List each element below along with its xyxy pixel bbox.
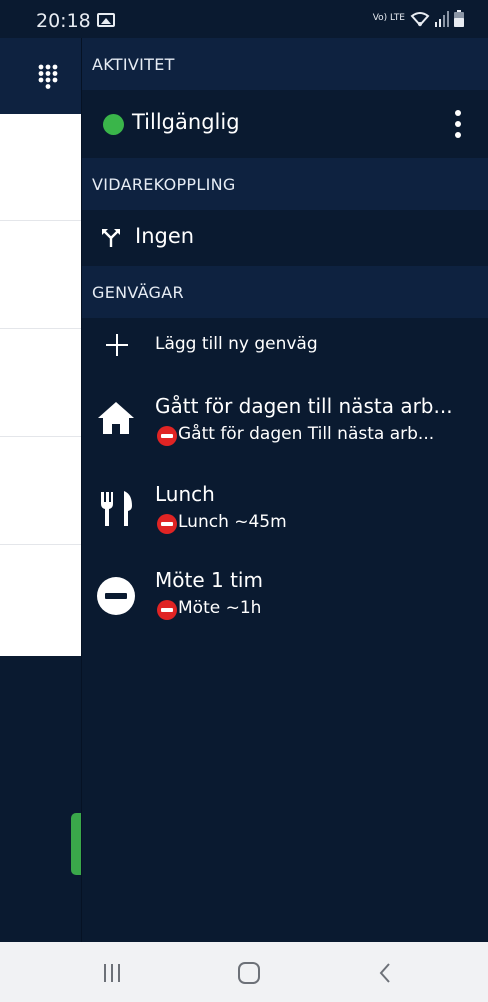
back-icon[interactable] (378, 962, 392, 984)
add-shortcut-button[interactable]: Lägg till ny genväg (82, 318, 488, 374)
background-list (0, 114, 81, 656)
wifi-icon (410, 11, 430, 27)
signal-icon (435, 10, 449, 27)
section-header-forwarding: VIDAREKOPPLING (82, 158, 488, 210)
shortcut-item[interactable]: Lunch Lunch ~45m (82, 482, 488, 568)
availability-row[interactable]: Tillgänglig (82, 90, 488, 158)
do-not-disturb-icon (157, 426, 177, 446)
forwarding-label: Ingen (135, 224, 195, 248)
recents-icon[interactable] (104, 964, 120, 982)
shortcut-title: Lunch (155, 482, 215, 506)
status-dot-icon (103, 114, 124, 135)
cutlery-icon (101, 491, 132, 526)
home-button-icon[interactable] (238, 962, 260, 984)
battery-icon (454, 10, 464, 27)
more-vertical-icon[interactable] (454, 110, 462, 138)
call-forward-icon (102, 229, 120, 247)
list-divider (0, 328, 81, 329)
list-divider (0, 220, 81, 221)
list-divider (0, 436, 81, 437)
home-icon (98, 402, 134, 434)
section-header-shortcuts: GENVÄGAR (82, 266, 488, 318)
shortcut-title: Möte 1 tim (155, 568, 263, 592)
shortcut-subtitle: Möte ~1h (178, 598, 262, 618)
minus-circle-icon (97, 577, 135, 615)
status-icons: Vo) LTE (373, 10, 464, 27)
section-header-activity: AKTIVITET (82, 38, 488, 90)
list-divider (0, 544, 81, 545)
forwarding-row[interactable]: Ingen (82, 210, 488, 266)
shortcut-title: Gått för dagen till nästa arb... (155, 394, 453, 418)
add-shortcut-label: Lägg till ny genväg (155, 334, 318, 354)
system-navigation-bar (0, 942, 488, 1002)
app-toolbar (0, 38, 81, 114)
shortcut-subtitle: Lunch ~45m (178, 512, 287, 532)
background-app-panel (0, 38, 81, 942)
volte-label: Vo) LTE (372, 13, 405, 23)
status-time: 20:18 (36, 10, 91, 32)
dialpad-icon[interactable] (38, 64, 58, 90)
shortcut-subtitle: Gått för dagen Till nästa arb... (178, 424, 435, 444)
status-bar: 20:18 Vo) LTE (0, 0, 488, 38)
do-not-disturb-icon (157, 600, 177, 620)
shortcut-item[interactable]: Gått för dagen till nästa arb... Gått fö… (82, 394, 488, 480)
do-not-disturb-icon (157, 514, 177, 534)
plus-icon (106, 334, 128, 356)
green-side-tab[interactable] (71, 813, 81, 875)
navigation-drawer: AKTIVITET Tillgänglig VIDAREKOPPLING Ing… (81, 38, 488, 942)
image-icon (97, 13, 115, 27)
shortcut-item[interactable]: Möte 1 tim Möte ~1h (82, 568, 488, 654)
availability-label: Tillgänglig (132, 110, 240, 134)
